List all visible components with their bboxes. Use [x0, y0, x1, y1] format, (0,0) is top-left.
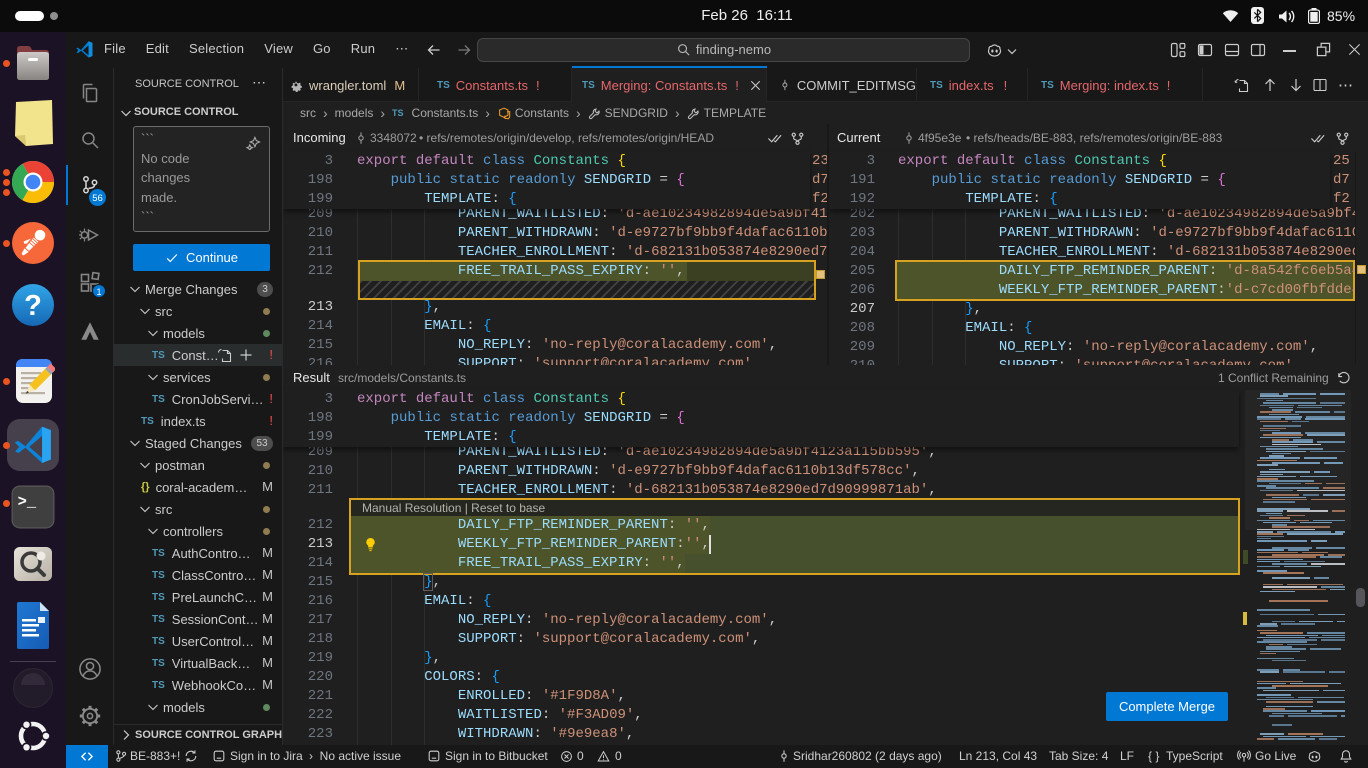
- svg-text:>_: >_: [18, 493, 37, 511]
- svg-text:?: ?: [24, 290, 42, 322]
